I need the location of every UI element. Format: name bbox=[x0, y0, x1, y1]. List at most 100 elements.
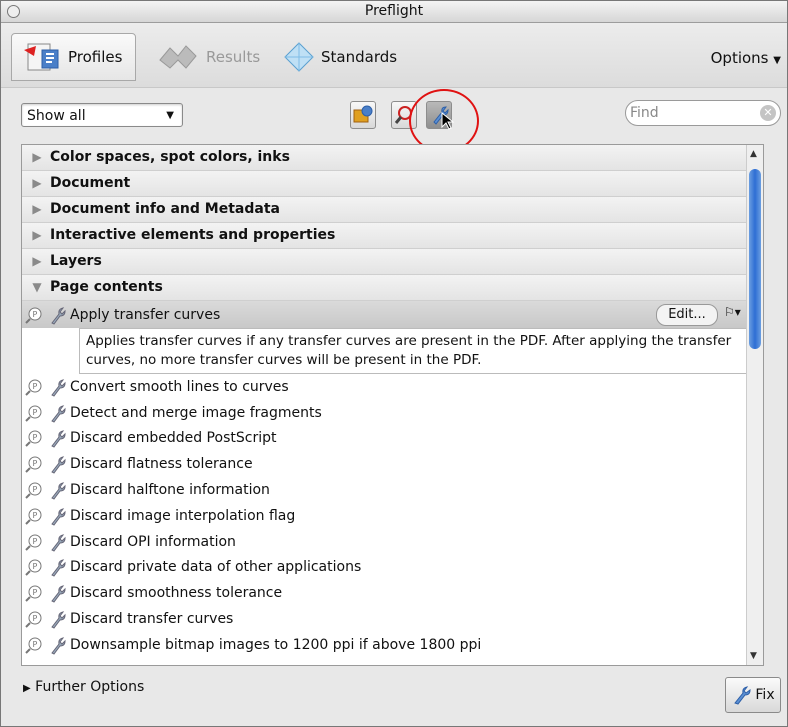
profiles-view-button[interactable] bbox=[350, 101, 376, 129]
vertical-scrollbar[interactable]: ▲ ▼ bbox=[746, 145, 763, 665]
svg-text:P: P bbox=[33, 459, 38, 468]
wrench-icon bbox=[51, 533, 66, 552]
check-icon: P bbox=[25, 379, 42, 396]
selected-fixup-label: Apply transfer curves bbox=[70, 306, 221, 323]
window-title: Preflight bbox=[364, 3, 424, 19]
tab-results[interactable]: Results bbox=[156, 35, 260, 79]
clear-search-icon[interactable]: ✕ bbox=[760, 105, 776, 121]
wrench-icon bbox=[51, 306, 66, 325]
tab-profiles[interactable]: Profiles bbox=[11, 33, 136, 81]
wrench-icon bbox=[51, 430, 66, 449]
fixup-row[interactable]: P Discard embedded PostScript bbox=[22, 426, 763, 452]
fixup-row[interactable]: P Downsample bitmap images to 1200 ppi if… bbox=[22, 632, 763, 658]
svg-text:P: P bbox=[33, 537, 38, 546]
triangle-collapsed-icon: ▶ bbox=[32, 150, 42, 164]
further-options-disclosure[interactable]: ▶ Further Options bbox=[23, 679, 144, 695]
wrench-icon bbox=[734, 686, 751, 705]
fixup-row[interactable]: P Convert smooth lines to curves bbox=[22, 374, 763, 400]
standards-icon bbox=[284, 42, 314, 72]
scroll-thumb[interactable] bbox=[749, 169, 761, 349]
find-placeholder: Find bbox=[630, 105, 659, 121]
check-icon: P bbox=[25, 405, 42, 422]
category-row[interactable]: ▶ Document info and Metadata bbox=[22, 197, 763, 223]
fixup-label: Discard private data of other applicatio… bbox=[70, 559, 362, 576]
category-label: Layers bbox=[50, 253, 102, 269]
fixup-row[interactable]: P Discard OPI information bbox=[22, 529, 763, 555]
fixup-row[interactable]: P Discard halftone information bbox=[22, 477, 763, 503]
check-icon: P bbox=[25, 456, 42, 473]
wrench-icon bbox=[51, 611, 66, 629]
category-label: Interactive elements and properties bbox=[50, 227, 336, 243]
category-row[interactable]: ▶ Layers bbox=[22, 249, 763, 275]
fixup-label: Discard embedded PostScript bbox=[70, 430, 277, 447]
fixup-row[interactable]: P Discard transfer curves bbox=[22, 606, 763, 632]
fixup-row[interactable]: P Discard flatness tolerance bbox=[22, 451, 763, 477]
check-icon: P bbox=[25, 307, 42, 324]
fixup-label: Convert smooth lines to curves bbox=[70, 378, 289, 395]
chevron-down-icon: ▼ bbox=[773, 55, 781, 66]
fixup-row[interactable]: P Discard smoothness tolerance bbox=[22, 580, 763, 606]
fixup-label: Discard flatness tolerance bbox=[70, 456, 253, 473]
fixup-label: Downsample bitmap images to 1200 ppi if … bbox=[70, 636, 482, 653]
triangle-collapsed-icon: ▶ bbox=[32, 228, 42, 242]
triangle-collapsed-icon: ▶ bbox=[32, 176, 42, 190]
fix-button[interactable]: Fix bbox=[725, 677, 781, 713]
check-icon: P bbox=[25, 508, 42, 525]
title-bar: Preflight bbox=[1, 1, 787, 23]
svg-text:P: P bbox=[33, 310, 38, 319]
find-input[interactable]: Find ✕ bbox=[625, 100, 781, 126]
category-label: Color spaces, spot colors, inks bbox=[50, 149, 290, 165]
checks-view-icon bbox=[394, 106, 412, 124]
wrench-icon bbox=[51, 508, 66, 526]
scroll-down-icon[interactable]: ▼ bbox=[750, 651, 757, 661]
tab-standards-label: Standards bbox=[321, 48, 398, 66]
category-page-contents[interactable]: ▼ Page contents bbox=[22, 275, 763, 301]
selected-fixup-row[interactable]: P Apply transfer curves Edit... ⚐▾ bbox=[22, 301, 763, 328]
options-label: Options bbox=[710, 49, 769, 67]
svg-text:P: P bbox=[33, 562, 38, 571]
checks-view-button[interactable] bbox=[391, 101, 417, 129]
check-icon: P bbox=[25, 611, 42, 628]
triangle-collapsed-icon: ▶ bbox=[32, 202, 42, 216]
check-icon: P bbox=[25, 637, 42, 654]
triangle-collapsed-icon: ▶ bbox=[23, 683, 31, 694]
wrench-icon bbox=[51, 379, 66, 397]
category-row[interactable]: ▶ Document bbox=[22, 171, 763, 197]
check-icon: P bbox=[25, 430, 42, 448]
window-close-icon[interactable] bbox=[7, 5, 20, 18]
category-row[interactable]: ▶ Color spaces, spot colors, inks bbox=[22, 145, 763, 171]
fix-label: Fix bbox=[755, 687, 775, 703]
fixup-row[interactable]: P Discard image interpolation flag bbox=[22, 503, 763, 529]
fixup-row[interactable]: P Discard private data of other applicati… bbox=[22, 555, 763, 581]
triangle-expanded-icon: ▼ bbox=[32, 280, 42, 294]
tab-bar: Profiles Results Standards Options ▼ bbox=[1, 23, 787, 87]
fixup-label: Detect and merge image fragments bbox=[70, 404, 322, 421]
category-label: Document bbox=[50, 175, 131, 191]
results-icon bbox=[159, 45, 197, 69]
scroll-up-icon[interactable]: ▲ bbox=[750, 149, 757, 159]
tab-standards[interactable]: Standards bbox=[283, 35, 397, 79]
profiles-view-icon bbox=[353, 105, 373, 123]
fixups-view-button[interactable] bbox=[426, 101, 455, 130]
check-icon: P bbox=[25, 559, 42, 577]
flag-menu-icon[interactable]: ⚐▾ bbox=[724, 305, 741, 319]
tab-results-label: Results bbox=[206, 48, 261, 66]
show-filter-select[interactable]: Show all ▼ bbox=[21, 103, 183, 127]
svg-text:P: P bbox=[33, 382, 38, 391]
svg-text:P: P bbox=[33, 433, 38, 442]
options-menu[interactable]: Options ▼ bbox=[711, 49, 781, 67]
wrench-icon bbox=[51, 404, 66, 423]
wrench-icon bbox=[51, 559, 66, 578]
profiles-icon bbox=[24, 43, 59, 71]
edit-button[interactable]: Edit... bbox=[656, 304, 718, 326]
category-row[interactable]: ▶ Interactive elements and properties bbox=[22, 223, 763, 249]
fixup-label: Discard smoothness tolerance bbox=[70, 585, 283, 602]
fixup-label: Discard transfer curves bbox=[70, 611, 234, 628]
further-options-label: Further Options bbox=[35, 679, 145, 695]
preflight-window: Preflight Profiles Results Standards Opt… bbox=[0, 0, 788, 727]
check-icon: P bbox=[25, 482, 42, 499]
fixups-list[interactable]: ▶ Color spaces, spot colors, inks ▶ Documen… bbox=[21, 144, 764, 666]
filter-bar: Show all ▼ Find ✕ bbox=[1, 87, 787, 144]
fixup-row[interactable]: P Detect and merge image fragments bbox=[22, 400, 763, 426]
category-label: Page contents bbox=[50, 279, 163, 295]
